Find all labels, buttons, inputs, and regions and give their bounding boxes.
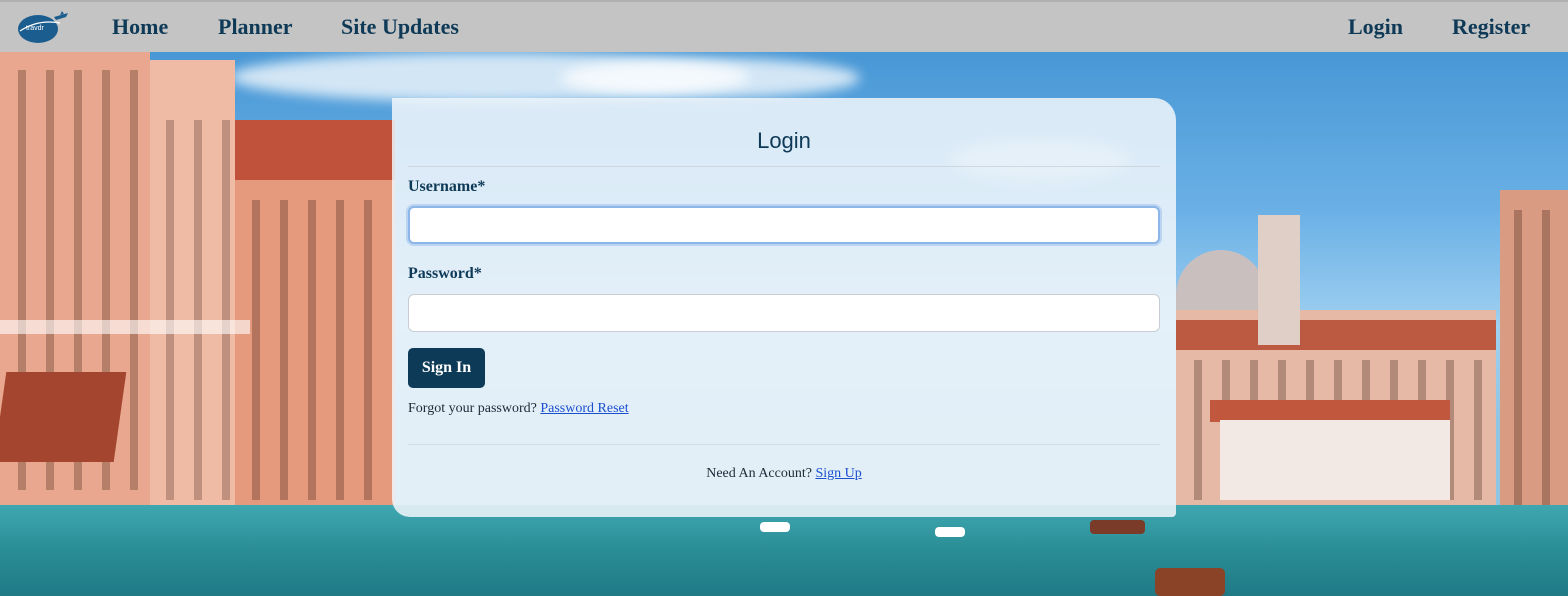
nav-register[interactable]: Register [1452,14,1530,40]
signup-line: Need An Account? Sign Up [0,466,1568,482]
sign-in-button[interactable]: Sign In [408,348,485,388]
nav-home[interactable]: Home [112,14,168,40]
need-account-text: Need An Account? [706,466,816,481]
password-field[interactable] [408,294,1160,332]
nav-login[interactable]: Login [1348,14,1403,40]
sign-up-link[interactable]: Sign Up [815,466,861,481]
logo-text: travdr [26,25,45,32]
forgot-password-text: Forgot your password? [408,401,541,416]
username-label: Username* [408,178,486,195]
travdr-logo-icon[interactable]: travdr [16,11,70,45]
password-label: Password* [408,265,482,282]
nav-site-updates[interactable]: Site Updates [341,14,459,40]
footer-divider [408,444,1160,445]
password-reset-link[interactable]: Password Reset [540,401,628,416]
forgot-password-line: Forgot your password? Password Reset [408,401,629,417]
nav-planner[interactable]: Planner [218,14,293,40]
top-navbar: travdr Home Planner Site Updates Login R… [0,0,1568,52]
page-title: Login [757,128,811,153]
title-divider [408,166,1160,167]
username-field[interactable] [408,206,1160,244]
